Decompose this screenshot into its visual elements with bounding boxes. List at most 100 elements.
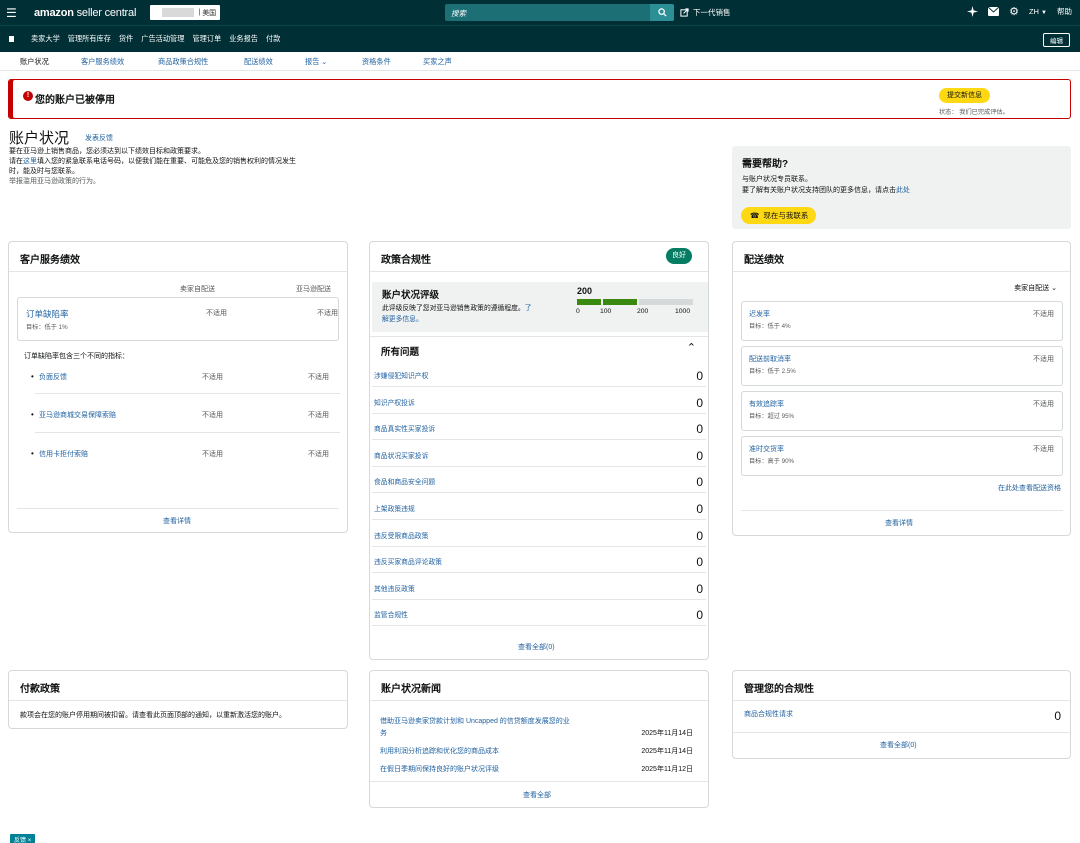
view-details-link[interactable]: 查看详情 <box>885 518 913 528</box>
seller-central-logo[interactable]: amazon seller central <box>34 7 136 19</box>
shipping-metric-link[interactable]: 准时交货率 <box>749 444 784 454</box>
edit-bookmarks-button[interactable]: 编辑 <box>1043 33 1070 47</box>
learn-more-link-cont[interactable]: 解更多信息。 <box>382 313 423 323</box>
shipping-metric-box: 迟发率 目标：低于 4% 不适用 <box>741 301 1063 341</box>
card-header: 配送绩效 <box>733 242 1070 272</box>
help-line-2: 要了解有关账户状况支持团队的更多信息，请点击此处 <box>742 185 910 195</box>
issue-link[interactable]: 其他违反政策 <box>374 583 415 593</box>
metric-negative-feedback[interactable]: 负面反馈 <box>39 372 67 382</box>
desc-text-2: 填入您的紧急联系电话号码，以便我们能在重要、可能危及您的销售权利的情况发生 <box>37 158 296 165</box>
column-fba: 亚马逊配送 <box>296 286 331 293</box>
help-panel: 需要帮助? 与账户状况专员联系。 要了解有关账户状况支持团队的更多信息，请点击此… <box>732 146 1071 229</box>
top-icons: ⚙ ZH ▼ 帮助 <box>967 5 1072 18</box>
compliance-requests-count: 0 <box>1054 709 1061 723</box>
language-selector[interactable]: ZH ▼ <box>1029 7 1047 16</box>
marketplace-label: 美国 <box>202 9 217 17</box>
subnav-customer-service[interactable]: 客户服务绩效 <box>81 57 124 67</box>
metric-chargeback-claims[interactable]: 信用卡拒付索赔 <box>39 449 88 459</box>
subnav-account-health[interactable]: 账户状况 <box>20 57 49 67</box>
news-item-link[interactable]: 利用利润分析追踪和优化您的商品成本 <box>380 746 499 756</box>
card-header: 客户服务绩效 <box>9 242 347 272</box>
card-title: 管理您的合规性 <box>744 684 814 695</box>
caret-down-icon: ▼ <box>1041 10 1047 16</box>
shipping-metric-link[interactable]: 有效追踪率 <box>749 399 784 409</box>
subnav-shipping-performance[interactable]: 配送绩效 <box>244 57 273 67</box>
nav-item-manage-orders[interactable]: 管理订单 <box>192 34 221 44</box>
metric-a-to-z-claims[interactable]: 亚马逊商城交易保障索赔 <box>39 410 116 420</box>
issue-link[interactable]: 违反买家商品评论政策 <box>374 556 442 566</box>
issue-link[interactable]: 知识产权投诉 <box>374 397 415 407</box>
divider <box>733 732 1070 733</box>
divider <box>372 465 706 467</box>
issue-link[interactable]: 商品真实性买家投诉 <box>374 423 435 433</box>
fulfillment-filter[interactable]: 卖家自配送 ⌄ <box>1014 283 1057 293</box>
issue-count: 0 <box>696 581 703 596</box>
subnav-voice-of-customer[interactable]: 买家之声 <box>423 57 452 67</box>
close-icon[interactable]: × <box>28 838 32 843</box>
customer-service-card: 客户服务绩效 卖家自配送 亚马逊配送 订单缺陷率 目标：低于 1% 不适用 不适… <box>8 241 348 533</box>
shipping-metric-link[interactable]: 迟发率 <box>749 309 770 319</box>
shipping-metric-target: 目标：超过 95% <box>749 413 795 420</box>
help-link[interactable]: 帮助 <box>1057 6 1072 17</box>
report-abuse-link[interactable]: 举报滥用亚马逊政策的行为。 <box>9 177 349 187</box>
rating-tick: 100 <box>600 308 612 315</box>
feedback-tab[interactable]: 反馈 × <box>10 834 36 843</box>
menu-icon[interactable]: ☰ <box>6 7 20 19</box>
search-button[interactable] <box>650 4 674 21</box>
marketplace-selector[interactable]: | 美国 <box>150 5 221 20</box>
news-item-link[interactable]: 借助亚马逊卖家贷款计划和 Uncapped 的信贷额度发展您的业 <box>380 716 570 726</box>
issue-count: 0 <box>696 395 703 410</box>
column-merchant-fulfilled: 卖家自配送 <box>180 286 215 293</box>
subnav-eligibility[interactable]: 资格条件 <box>362 57 391 67</box>
subnav-policy-compliance[interactable]: 商品政策合规性 <box>158 57 208 67</box>
nav-item-payments[interactable]: 付款 <box>266 34 280 44</box>
news-item-link[interactable]: 在假日季期间保持良好的账户状况评级 <box>380 764 499 774</box>
mail-icon[interactable] <box>988 7 1000 16</box>
account-health-subnav: 账户状况 客户服务绩效 商品政策合规性 配送绩效 报告 ⌄ 资格条件 买家之声 <box>0 52 1080 71</box>
nav-item-business-reports[interactable]: 业务报告 <box>229 34 258 44</box>
issue-link[interactable]: 食品和商品安全问题 <box>374 476 435 486</box>
news-date: 2025年11月14日 <box>641 748 693 755</box>
shipping-metric-link[interactable]: 配送前取消率 <box>749 354 791 364</box>
shipping-metric-target: 目标：低于 2.5% <box>749 368 796 375</box>
feedback-link[interactable]: 发表反馈 <box>85 133 113 143</box>
rating-tick: 200 <box>637 308 649 315</box>
view-all-issues-link[interactable]: 查看全部(0) <box>518 642 555 652</box>
issue-link[interactable]: 违反受限商品政策 <box>374 530 428 540</box>
help-here-link[interactable]: 此处 <box>896 187 910 194</box>
nav-item-shipments[interactable]: 货件 <box>119 34 133 44</box>
help-title: 需要帮助? <box>742 159 789 170</box>
view-all-compliance-link[interactable]: 查看全部(0) <box>880 740 917 750</box>
nav-item-campaign-manager[interactable]: 广告活动管理 <box>141 34 184 44</box>
logo-product: seller central <box>76 6 137 19</box>
sparkle-icon[interactable] <box>967 6 979 17</box>
contact-me-button[interactable]: ☎ 现在与我联系 <box>741 207 817 224</box>
issue-link[interactable]: 监管合规性 <box>374 609 408 619</box>
bullet: • <box>31 372 34 381</box>
compliance-requests-link[interactable]: 商品合规性请求 <box>744 709 793 719</box>
issue-link[interactable]: 商品状况买家投诉 <box>374 450 428 460</box>
nav-item-seller-university[interactable]: 卖家大学 <box>31 34 60 44</box>
search-icon <box>657 8 667 17</box>
news-item-link-cont[interactable]: 务 <box>380 728 387 738</box>
chevron-up-icon[interactable]: ⌃ <box>687 341 696 354</box>
page-title: 账户状况 <box>9 130 70 147</box>
gear-icon[interactable]: ⚙ <box>1009 5 1019 18</box>
issue-link[interactable]: 涉嫌侵犯知识产权 <box>374 370 428 380</box>
submit-new-info-button[interactable]: 提交新信息 <box>939 88 990 103</box>
metric-value-mfn: 不适用 <box>202 451 223 458</box>
issue-link[interactable]: 上架政策违规 <box>374 503 415 513</box>
rating-title: 账户状况评级 <box>382 290 440 301</box>
shipping-eligibility-link[interactable]: 在此处查看配送资格 <box>998 483 1061 493</box>
search-input[interactable]: 搜索 <box>445 4 650 21</box>
subnav-reports[interactable]: 报告 ⌄ <box>305 57 327 67</box>
odr-link[interactable]: 订单缺陷率 <box>26 308 69 320</box>
learn-more-link[interactable]: 了 <box>525 305 532 312</box>
card-title: 配送绩效 <box>744 255 784 266</box>
view-all-news-link[interactable]: 查看全部 <box>523 790 551 800</box>
nav-item-manage-inventory[interactable]: 管理所有库存 <box>68 34 111 44</box>
next-gen-selling-link[interactable]: 下一代销售 <box>680 7 731 18</box>
bookmark-icon[interactable] <box>9 36 14 42</box>
emergency-contact-link[interactable]: 这里 <box>23 158 37 165</box>
view-details-link[interactable]: 查看详情 <box>163 516 191 526</box>
